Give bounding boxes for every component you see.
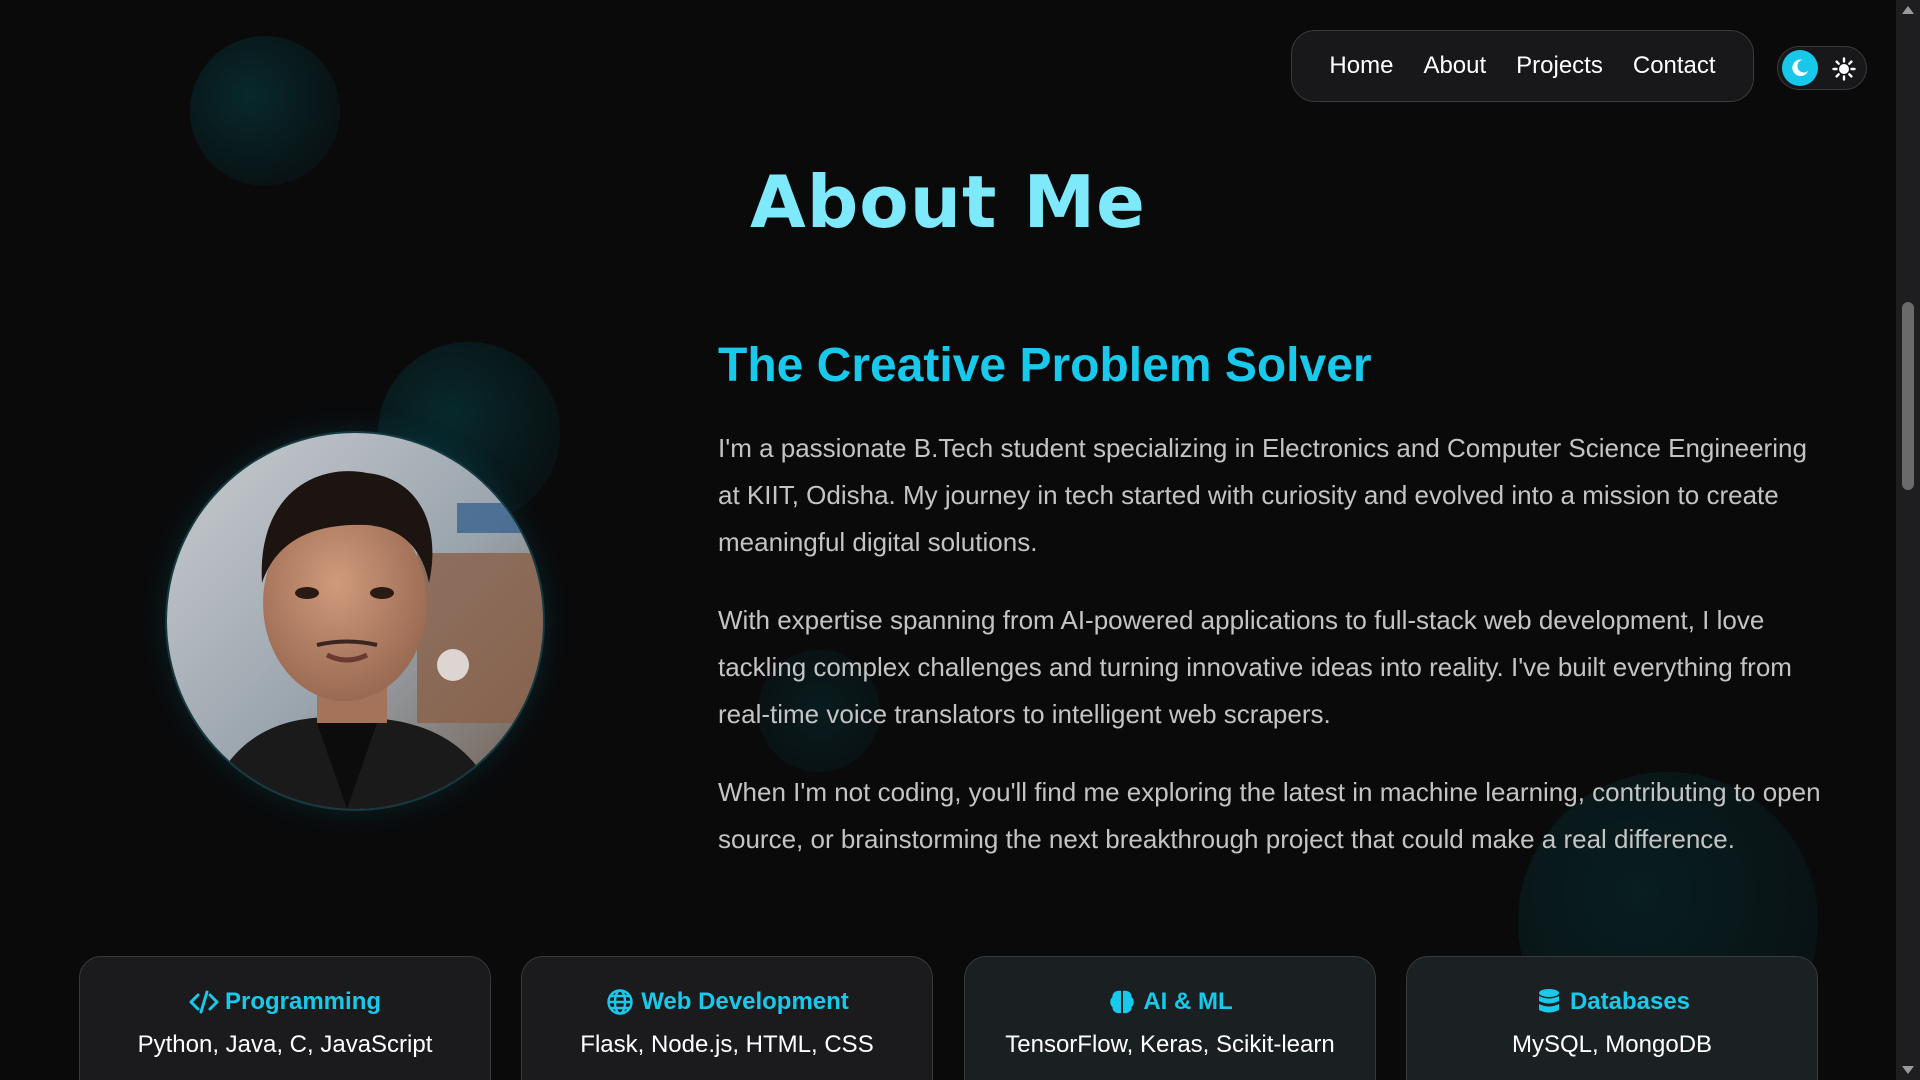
nav-home-link[interactable]: Home (1329, 52, 1393, 80)
skill-card-web-development: Web Development Flask, Node.js, HTML, CS… (521, 956, 933, 1080)
profile-photo (165, 431, 545, 811)
scroll-down-arrow-icon[interactable] (1902, 1066, 1914, 1074)
nav-projects-link[interactable]: Projects (1516, 52, 1603, 80)
skill-card-items: MySQL, MongoDB (1511, 1031, 1713, 1058)
skill-card-title-text: Web Development (641, 988, 849, 1015)
skill-card-databases: Databases MySQL, MongoDB (1406, 956, 1818, 1080)
skill-card-items: Python, Java, C, JavaScript (137, 1031, 433, 1058)
main-nav: Home About Projects Contact (1291, 30, 1754, 102)
about-paragraph: I'm a passionate B.Tech student speciali… (718, 433, 1807, 557)
toggle-knob[interactable] (1782, 50, 1818, 86)
about-paragraph: With expertise spanning from AI-powered … (718, 605, 1792, 729)
skill-card-title: Web Development (522, 987, 932, 1017)
skill-card-title-text: Programming (224, 988, 382, 1015)
skill-card-items: TensorFlow, Keras, Scikit-learn (1005, 1031, 1335, 1058)
brain-icon (1110, 990, 1135, 1014)
sun-icon[interactable] (1832, 57, 1856, 81)
nav-contact-link[interactable]: Contact (1633, 52, 1716, 80)
page-scrollbar[interactable] (1896, 0, 1920, 1080)
profile-photo-illustration (167, 433, 543, 809)
about-page: Home About Projects Contact About Me The… (0, 0, 1920, 1080)
skill-card-programming: Programming Python, Java, C, JavaScript (79, 956, 491, 1080)
code-icon (189, 990, 219, 1014)
section-title: About Me (750, 160, 1146, 244)
skill-card-ai-ml: AI & ML TensorFlow, Keras, Scikit-learn (964, 956, 1376, 1080)
about-subtitle: The Creative Problem Solver (718, 339, 1372, 392)
skill-card-title-text: AI & ML (1143, 988, 1233, 1015)
skill-card-title: AI & ML (965, 987, 1375, 1017)
about-paragraph: When I'm not coding, you'll find me expl… (718, 777, 1821, 854)
theme-toggle[interactable] (1777, 46, 1867, 90)
database-icon (1538, 989, 1559, 1013)
nav-about-link[interactable]: About (1423, 52, 1486, 80)
scroll-up-arrow-icon[interactable] (1902, 6, 1914, 14)
skill-card-title: Programming (80, 987, 490, 1017)
moon-icon (1792, 59, 1809, 76)
globe-icon (607, 989, 633, 1015)
skill-card-title-text: Databases (1569, 988, 1691, 1015)
scroll-thumb[interactable] (1902, 302, 1914, 490)
skill-card-title: Databases (1407, 987, 1817, 1017)
skill-card-items: Flask, Node.js, HTML, CSS (580, 1031, 874, 1058)
